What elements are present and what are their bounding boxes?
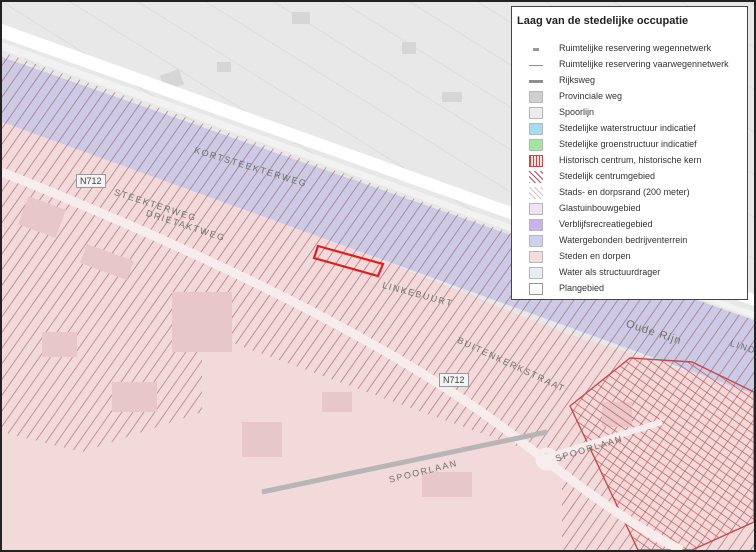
legend-item: Watergebonden bedrijventerrein — [512, 234, 747, 249]
legend-label: Verblijfsrecreatiegebied — [559, 219, 653, 229]
legend-label: Stads- en dorpsrand (200 meter) — [559, 187, 690, 197]
legend-item: Glastuinbouwgebied — [512, 202, 747, 217]
legend-item: Stads- en dorpsrand (200 meter) — [512, 186, 747, 201]
legend-item: Ruimtelijke reservering wegennetwerk — [512, 42, 747, 57]
legend-item: Historisch centrum, historische kern — [512, 154, 747, 169]
legend-item: Water als structuurdrager — [512, 266, 747, 281]
legend-swatch — [529, 59, 543, 71]
legend-label: Spoorlijn — [559, 107, 595, 117]
legend-label: Rijksweg — [559, 75, 596, 85]
legend-label: Glastuinbouwgebied — [559, 203, 641, 213]
legend-label: Ruimtelijke reservering vaarwegennetwerk — [559, 59, 729, 69]
legend-label: Watergebonden bedrijventerrein — [559, 235, 688, 245]
legend-item: Provinciale weg — [512, 90, 747, 105]
map-view[interactable]: KORTSTEEKTERWEG STEEKTERWEG DRIETAKTWEG … — [0, 0, 756, 552]
legend-label: Provinciale weg — [559, 91, 623, 101]
legend-label: Historisch centrum, historische kern — [559, 155, 702, 165]
legend-item: Spoorlijn — [512, 106, 747, 121]
legend-label: Stedelijke waterstructuur indicatief — [559, 123, 696, 133]
legend-item: Steden en dorpen — [512, 250, 747, 265]
legend-label: Steden en dorpen — [559, 251, 631, 261]
legend-title: Laag van de stedelijke occupatie — [517, 15, 689, 27]
legend-item: Stedelijke groenstructuur indicatief — [512, 138, 747, 153]
legend-item: Verblijfsrecreatiegebied — [512, 218, 747, 233]
legend-label: Ruimtelijke reservering wegennetwerk — [559, 43, 712, 53]
legend-swatch — [529, 75, 543, 87]
legend-swatch — [529, 171, 543, 183]
legend-label: Plangebied — [559, 283, 605, 293]
legend-swatch — [529, 251, 543, 263]
legend-item: Stedelijke waterstructuur indicatief — [512, 122, 747, 137]
legend-label: Water als structuurdrager — [559, 267, 661, 277]
legend-swatch — [529, 107, 543, 119]
legend-swatch — [529, 155, 543, 167]
legend-item: Plangebied — [512, 282, 747, 297]
road-number-n712-west: N712 — [76, 174, 106, 188]
legend-swatch — [529, 203, 543, 215]
legend-label: Stedelijke groenstructuur indicatief — [559, 139, 697, 149]
legend-swatch — [529, 139, 543, 151]
map-legend: Laag van de stedelijke occupatie Ruimtel… — [511, 6, 748, 300]
legend-swatch — [529, 267, 543, 279]
legend-item: Stedelijk centrumgebied — [512, 170, 747, 185]
legend-item: Ruimtelijke reservering vaarwegennetwerk — [512, 58, 747, 73]
legend-swatch — [529, 123, 543, 135]
legend-swatch — [529, 219, 543, 231]
road-number-n712-east: N712 — [439, 373, 469, 387]
legend-item: Rijksweg — [512, 74, 747, 89]
legend-swatch — [529, 187, 543, 199]
legend-label: Stedelijk centrumgebied — [559, 171, 656, 181]
legend-swatch — [529, 283, 543, 295]
legend-swatch — [529, 43, 543, 55]
legend-swatch — [529, 91, 543, 103]
legend-swatch — [529, 235, 543, 247]
